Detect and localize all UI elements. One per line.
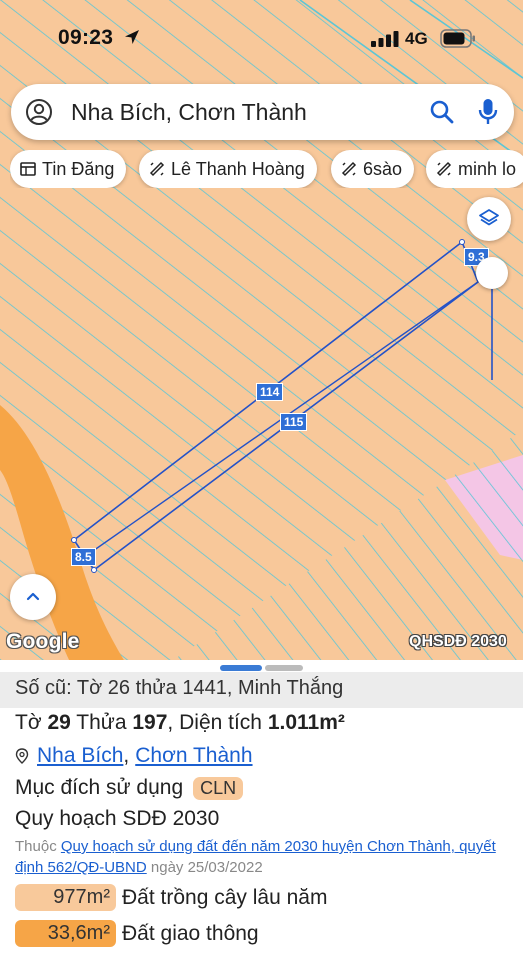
search-bar[interactable]: Nha Bích, Chơn Thành — [11, 84, 514, 140]
google-logo: Google — [6, 630, 80, 653]
battery-icon — [440, 29, 475, 48]
plot-label-115: 115 — [280, 413, 308, 431]
allocation-use: Đất trồng cây lâu năm — [122, 885, 328, 909]
search-input[interactable]: Nha Bích, Chơn Thành — [71, 99, 307, 126]
signal-icon — [371, 31, 399, 47]
plan-note-date: ngày 25/03/2022 — [150, 859, 263, 876]
commune-link[interactable]: Nha Bích — [37, 744, 123, 768]
allocation-row: 33,6m² Đất giao thông — [15, 920, 259, 947]
sheet-number: 29 — [47, 711, 71, 734]
ruler-icon — [341, 161, 357, 177]
filter-chips: Tin Đăng Lê Thanh Hoàng 6sào minh lo — [10, 150, 523, 188]
chip-label: 6sào — [363, 158, 403, 179]
allocation-area: 977m² — [15, 884, 116, 911]
parcel-info-sheet[interactable]: Số cũ: Tờ 26 thửa 1441, Minh Thắng Tờ 29… — [0, 660, 523, 960]
map-layer-tag: QHSDĐ 2030 — [409, 633, 507, 650]
chip-minh-lo[interactable]: minh lo — [426, 150, 523, 188]
account-icon[interactable] — [25, 98, 53, 126]
page-indicator — [265, 665, 303, 671]
separator: , — [123, 744, 130, 767]
land-use-label: Mục đích sử dụng — [15, 776, 184, 799]
parcel-label: Thửa — [76, 711, 127, 734]
location-row: Nha Bích , Chơn Thành — [15, 744, 253, 768]
page-indicator-active — [220, 665, 262, 671]
plan-note-prefix: Thuộc — [15, 838, 57, 855]
district-link[interactable]: Chơn Thành — [135, 744, 252, 768]
old-parcel-row: Số cũ: Tờ 26 thửa 1441, Minh Thắng — [0, 672, 523, 708]
old-parcel-info: Số cũ: Tờ 26 thửa 1441, Minh Thắng — [15, 677, 344, 699]
allocation-use: Đất giao thông — [122, 921, 259, 945]
allocation-row: 977m² Đất trồng cây lâu năm — [15, 884, 327, 911]
land-use-row: Mục đích sử dụng CLN — [15, 776, 244, 800]
parcel-number: 197 — [132, 711, 168, 734]
chip-6sao[interactable]: 6sào — [331, 150, 415, 188]
ruler-icon — [436, 161, 452, 177]
microphone-icon[interactable] — [476, 97, 500, 127]
sheet-grabber[interactable] — [220, 665, 304, 671]
ruler-icon — [149, 161, 165, 177]
allocation-area: 33,6m² — [15, 920, 116, 947]
land-use-badge: CLN — [193, 776, 244, 800]
chevron-up-icon — [26, 592, 40, 601]
chip-label: Lê Thanh Hoàng — [171, 158, 305, 179]
plan-note: Thuộc Quy hoạch sử dụng đất đến năm 2030… — [15, 836, 515, 878]
edge-length-label: 8.5 — [71, 548, 96, 566]
area-label: Diện tích — [179, 711, 262, 734]
layers-icon — [479, 209, 499, 226]
expand-up-button[interactable] — [10, 574, 56, 620]
status-time: 09:23 — [58, 26, 114, 49]
chip-le-thanh-hoang[interactable]: Lê Thanh Hoàng — [139, 150, 317, 188]
area-value: 1.011m² — [267, 711, 345, 734]
map-pin-icon — [15, 748, 29, 764]
drag-handle[interactable] — [476, 257, 508, 289]
chip-tin-dang[interactable]: Tin Đăng — [10, 150, 127, 188]
chip-label: minh lo — [458, 158, 517, 179]
chip-label: Tin Đăng — [42, 158, 115, 179]
status-bar: 09:23 4G — [0, 0, 523, 80]
sheet-label: Tờ — [15, 711, 42, 734]
table-icon — [20, 162, 36, 176]
plot-label-114: 114 — [256, 383, 284, 401]
location-arrow-icon — [125, 30, 139, 44]
plan-title: Quy hoạch SDĐ 2030 — [15, 807, 220, 830]
parcel-summary: Tờ 29 Thửa 197, Diện tích 1.011m² — [15, 711, 345, 734]
search-icon[interactable] — [429, 99, 455, 125]
layers-button[interactable] — [467, 197, 511, 241]
network-type: 4G — [405, 29, 428, 48]
